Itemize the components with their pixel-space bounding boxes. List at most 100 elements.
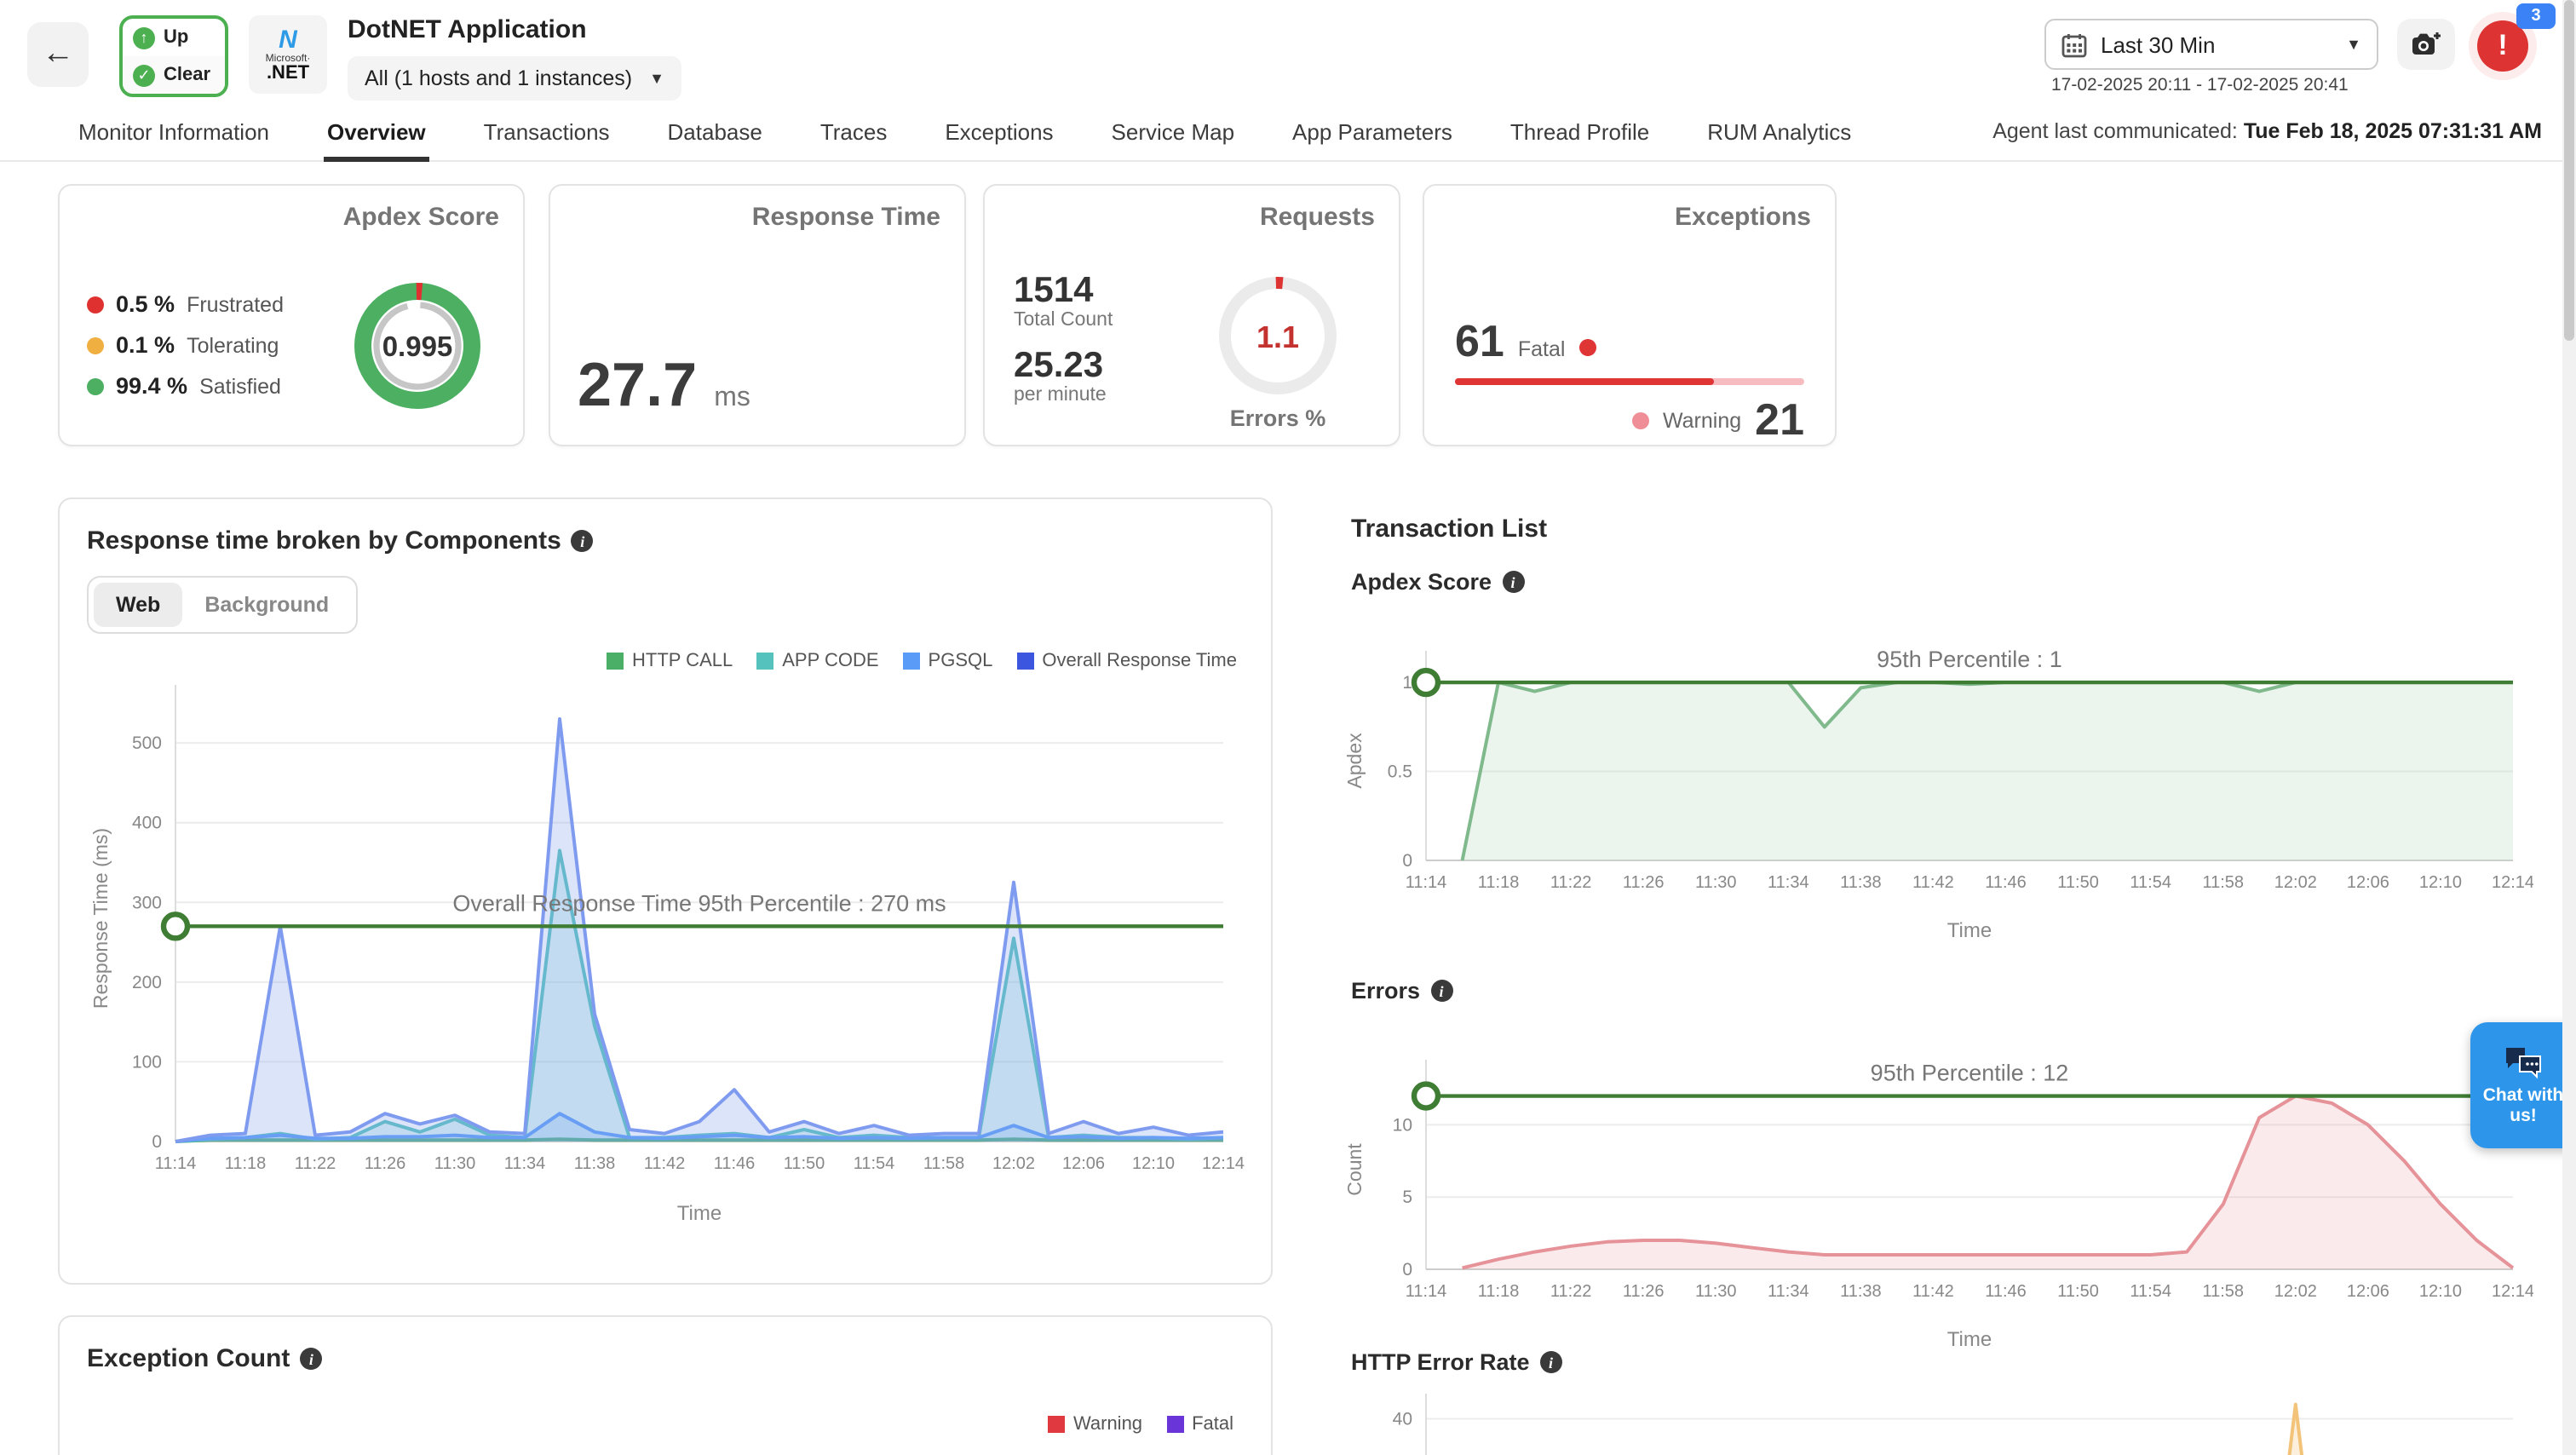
- info-icon[interactable]: i: [572, 530, 594, 552]
- svg-text:11:34: 11:34: [504, 1154, 546, 1173]
- exceptions-ratio-bar: [1455, 378, 1804, 385]
- svg-text:12:06: 12:06: [2347, 1282, 2389, 1301]
- svg-text:11:38: 11:38: [574, 1154, 616, 1173]
- requests-per-minute-label: per minute: [1014, 385, 1113, 405]
- svg-text:12:02: 12:02: [2274, 1282, 2317, 1301]
- monitor-status-badge[interactable]: ↑ Up ✓ Clear: [119, 15, 228, 97]
- errors-percent-donut: 1.1: [1210, 267, 1346, 404]
- svg-text:11:46: 11:46: [714, 1154, 756, 1173]
- dotnet-label: .NET: [267, 64, 309, 83]
- legend-swatch: [1048, 1416, 1065, 1433]
- svg-text:Time: Time: [1947, 1328, 1992, 1351]
- scrollbar[interactable]: [2562, 0, 2576, 1455]
- errors-chart[interactable]: 051011:1411:1811:2211:2611:3011:3411:381…: [1341, 1022, 2533, 1372]
- chat-label: Chat withus!: [2483, 1084, 2564, 1125]
- tab-service-map[interactable]: Service Map: [1108, 105, 1239, 161]
- info-icon[interactable]: i: [1430, 980, 1452, 1002]
- info-icon[interactable]: i: [300, 1348, 322, 1370]
- tab-rum-analytics[interactable]: RUM Analytics: [1704, 105, 1854, 161]
- svg-text:11:50: 11:50: [2057, 873, 2099, 892]
- host-instance-dropdown[interactable]: All (1 hosts and 1 instances) ▼: [348, 56, 681, 101]
- tab-monitor-information[interactable]: Monitor Information: [75, 105, 273, 161]
- svg-text:11:14: 11:14: [1406, 1282, 1447, 1301]
- apdex-chart[interactable]: 00.5111:1411:1811:2211:2611:3011:3411:38…: [1341, 613, 2533, 963]
- tab-thread-profile[interactable]: Thread Profile: [1507, 105, 1653, 161]
- scrollbar-thumb[interactable]: [2564, 0, 2574, 341]
- chat-widget[interactable]: Chat withus!: [2470, 1022, 2576, 1148]
- toggle-web[interactable]: Web: [94, 583, 182, 627]
- svg-text:11:22: 11:22: [1550, 1282, 1592, 1301]
- legend-item-app-code[interactable]: APP CODE: [756, 651, 878, 671]
- legend-item-overall-response-time[interactable]: Overall Response Time: [1016, 651, 1237, 671]
- http-error-rate-title: HTTP Error Rate i: [1351, 1349, 1562, 1375]
- tab-exceptions[interactable]: Exceptions: [941, 105, 1056, 161]
- satisfied-dot: [87, 377, 104, 394]
- svg-text:0.5: 0.5: [1388, 762, 1412, 782]
- dotnet-logo: N Microsoft· .NET: [249, 15, 327, 94]
- svg-text:Apdex: Apdex: [1343, 733, 1366, 789]
- legend-swatch: [903, 653, 920, 670]
- agent-value: Tue Feb 18, 2025 07:31:31 AM: [2244, 119, 2542, 143]
- legend-item-warning[interactable]: Warning: [1048, 1414, 1142, 1435]
- svg-text:100: 100: [132, 1052, 162, 1072]
- legend-item-http-call[interactable]: HTTP CALL: [607, 651, 733, 671]
- components-legend: HTTP CALL APP CODE PGSQL Overall Response T…: [87, 651, 1237, 671]
- legend-item-pgsql[interactable]: PGSQL: [903, 651, 993, 671]
- svg-text:40: 40: [1393, 1410, 1412, 1429]
- exceptions-card-title: Exceptions: [1448, 203, 1811, 232]
- svg-text:12:02: 12:02: [2274, 873, 2317, 892]
- components-chart[interactable]: 010020030040050011:1411:1811:2211:2611:3…: [87, 671, 1244, 1245]
- svg-text:11:46: 11:46: [1985, 873, 2027, 892]
- dotnet-logo-glyph: N: [279, 26, 297, 52]
- apdex-gauge: 0.995: [346, 274, 489, 417]
- svg-text:12:14: 12:14: [2492, 873, 2533, 892]
- fatal-label: Fatal: [1518, 337, 1566, 361]
- svg-text:11:38: 11:38: [1840, 873, 1882, 892]
- check-icon: ✓: [133, 64, 155, 86]
- transaction-list-title: Transaction List: [1351, 515, 1547, 543]
- svg-text:10: 10: [1393, 1115, 1412, 1135]
- svg-text:12:06: 12:06: [1062, 1154, 1105, 1173]
- components-panel: Response time broken by Components i Web…: [58, 497, 1273, 1285]
- tab-traces[interactable]: Traces: [817, 105, 891, 161]
- svg-text:11:18: 11:18: [225, 1154, 267, 1173]
- warning-count: 21: [1755, 394, 1804, 446]
- legend-item-fatal[interactable]: Fatal: [1166, 1414, 1233, 1435]
- requests-totals: 1514 Total Count 25.23 per minute: [1014, 271, 1113, 405]
- svg-text:Response Time (ms): Response Time (ms): [89, 828, 112, 1009]
- tolerating-dot: [87, 336, 104, 354]
- apdex-card-title: Apdex Score: [83, 203, 499, 232]
- toggle-background[interactable]: Background: [182, 583, 351, 627]
- status-up-label: Up: [164, 27, 188, 48]
- legend-swatch: [756, 653, 773, 670]
- tab-database[interactable]: Database: [664, 105, 766, 161]
- svg-text:Count: Count: [1343, 1143, 1366, 1196]
- svg-text:12:10: 12:10: [1132, 1154, 1175, 1173]
- chevron-down-icon: ▼: [2346, 36, 2361, 53]
- time-range-value: Last 30 Min: [2101, 32, 2215, 57]
- tab-app-parameters[interactable]: App Parameters: [1289, 105, 1456, 161]
- svg-text:11:54: 11:54: [854, 1154, 895, 1173]
- warning-dot: [1632, 411, 1649, 428]
- status-up-row: ↑ Up: [123, 19, 225, 56]
- host-instance-dropdown-value: All (1 hosts and 1 instances): [365, 66, 632, 90]
- svg-text:11:50: 11:50: [2057, 1282, 2099, 1301]
- time-range-dropdown[interactable]: Last 30 Min ▼: [2044, 19, 2378, 70]
- svg-text:11:42: 11:42: [1912, 1282, 1954, 1301]
- errors-percent-label: Errors %: [1210, 405, 1346, 431]
- tab-transactions[interactable]: Transactions: [480, 105, 613, 161]
- back-button[interactable]: ←: [27, 22, 89, 87]
- svg-text:12:14: 12:14: [2492, 1282, 2533, 1301]
- screenshot-button[interactable]: [2397, 19, 2455, 70]
- components-panel-title: Response time broken by Components i: [87, 526, 1244, 555]
- svg-text:11:38: 11:38: [1840, 1282, 1882, 1301]
- svg-text:500: 500: [132, 733, 162, 753]
- svg-text:11:58: 11:58: [2202, 873, 2244, 892]
- response-time-card: Response Time 27.7 ms: [549, 184, 966, 446]
- svg-text:12:14: 12:14: [1202, 1154, 1245, 1173]
- http-error-rate-chart[interactable]: 4011:1411:1811:2211:2611:3011:3411:3811:…: [1341, 1394, 2533, 1455]
- tab-overview[interactable]: Overview: [324, 105, 429, 161]
- info-icon[interactable]: i: [1540, 1351, 1562, 1373]
- status-clear-row: ✓ Clear: [123, 56, 225, 94]
- info-icon[interactable]: i: [1502, 571, 1524, 593]
